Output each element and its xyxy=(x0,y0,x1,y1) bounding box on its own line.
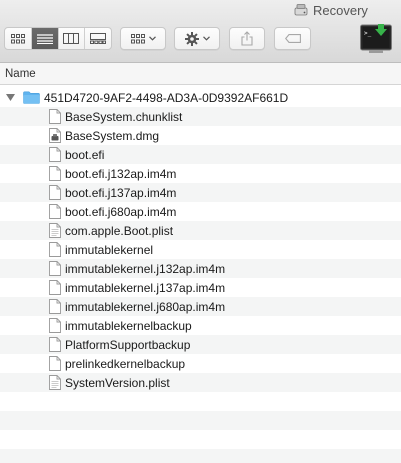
document-icon xyxy=(49,185,61,200)
file-name: boot.efi.j137ap.im4m xyxy=(65,185,177,200)
document-icon xyxy=(49,147,61,162)
list-view-button[interactable] xyxy=(31,28,59,49)
toolbar: Recovery >_ xyxy=(0,0,401,63)
file-row[interactable]: SystemVersion.plist xyxy=(0,373,401,392)
file-row[interactable]: com.apple.Boot.plist xyxy=(0,221,401,240)
share-icon xyxy=(241,31,253,46)
file-row[interactable]: immutablekernel xyxy=(0,240,401,259)
empty-row xyxy=(0,392,401,411)
gallery-view-button[interactable] xyxy=(85,28,111,49)
window-title: Recovery xyxy=(294,0,368,20)
disk-image-icon xyxy=(49,128,61,143)
empty-row xyxy=(0,411,401,430)
document-icon xyxy=(49,109,61,124)
file-name: immutablekernel xyxy=(65,242,154,257)
terminal-install-icon[interactable]: >_ xyxy=(360,23,392,54)
file-row[interactable]: boot.efi.j132ap.im4m xyxy=(0,164,401,183)
view-mode-control xyxy=(4,27,112,50)
window-title-text: Recovery xyxy=(313,2,368,18)
file-row[interactable]: prelinkedkernelbackup xyxy=(0,354,401,373)
file-name: boot.efi xyxy=(65,147,105,162)
chevron-down-icon xyxy=(202,36,210,41)
file-row[interactable]: immutablekernel.j137ap.im4m xyxy=(0,278,401,297)
file-name: PlatformSupportbackup xyxy=(65,337,191,352)
gallery-view-icon xyxy=(90,33,107,44)
column-header-label: Name xyxy=(5,68,36,80)
disclosure-triangle-icon[interactable] xyxy=(6,94,16,101)
document-icon xyxy=(49,242,61,257)
column-view-icon xyxy=(63,33,80,44)
file-row[interactable]: BaseSystem.chunklist xyxy=(0,107,401,126)
arrange-button[interactable] xyxy=(120,27,166,50)
document-icon xyxy=(49,204,61,219)
file-row[interactable]: immutablekernel.j680ap.im4m xyxy=(0,297,401,316)
file-row[interactable]: PlatformSupportbackup xyxy=(0,335,401,354)
plist-document-icon xyxy=(49,375,61,390)
file-row[interactable]: boot.efi xyxy=(0,145,401,164)
chevron-down-icon xyxy=(148,36,156,41)
file-list: 451D4720-9AF2-4498-AD3A-0D9392AF661D Bas… xyxy=(0,88,401,463)
document-icon xyxy=(49,318,61,333)
file-name: prelinkedkernelbackup xyxy=(65,356,186,371)
icon-view-icon xyxy=(10,33,25,43)
file-name: immutablekernel.j680ap.im4m xyxy=(65,299,226,314)
document-icon xyxy=(49,166,61,181)
file-row[interactable]: immutablekernel.j132ap.im4m xyxy=(0,259,401,278)
action-menu-button[interactable] xyxy=(174,27,220,50)
file-row[interactable]: boot.efi.j137ap.im4m xyxy=(0,183,401,202)
file-row[interactable]: BaseSystem.dmg xyxy=(0,126,401,145)
gear-icon xyxy=(184,31,199,46)
folder-row[interactable]: 451D4720-9AF2-4498-AD3A-0D9392AF661D xyxy=(0,88,401,107)
file-name: immutablekernel.j132ap.im4m xyxy=(65,261,226,276)
file-name: boot.efi.j132ap.im4m xyxy=(65,166,177,181)
file-row[interactable]: boot.efi.j680ap.im4m xyxy=(0,202,401,221)
tag-icon xyxy=(284,34,301,43)
folder-icon xyxy=(23,91,40,104)
file-name: BaseSystem.chunklist xyxy=(65,109,183,124)
document-icon xyxy=(49,261,61,276)
share-button[interactable] xyxy=(229,27,265,50)
icon-view-button[interactable] xyxy=(5,28,32,49)
file-name: immutablekernel.j137ap.im4m xyxy=(65,280,226,295)
name-column-header[interactable]: Name xyxy=(0,63,401,85)
empty-row xyxy=(0,430,401,449)
document-icon xyxy=(49,337,61,352)
plist-document-icon xyxy=(49,223,61,238)
column-view-button[interactable] xyxy=(59,28,86,49)
file-name: BaseSystem.dmg xyxy=(65,128,160,143)
document-icon xyxy=(49,356,61,371)
list-view-icon xyxy=(36,33,53,44)
folder-name: 451D4720-9AF2-4498-AD3A-0D9392AF661D xyxy=(44,90,289,105)
empty-row xyxy=(0,449,401,463)
document-icon xyxy=(49,299,61,314)
document-icon xyxy=(49,280,61,295)
drive-icon xyxy=(294,4,308,16)
svg-text:>_: >_ xyxy=(364,30,372,37)
file-name: com.apple.Boot.plist xyxy=(65,223,174,238)
file-row[interactable]: immutablekernelbackup xyxy=(0,316,401,335)
arrange-icon xyxy=(130,33,145,43)
file-name: boot.efi.j680ap.im4m xyxy=(65,204,177,219)
file-name: immutablekernelbackup xyxy=(65,318,192,333)
file-name: SystemVersion.plist xyxy=(65,375,170,390)
tag-button[interactable] xyxy=(274,27,311,50)
